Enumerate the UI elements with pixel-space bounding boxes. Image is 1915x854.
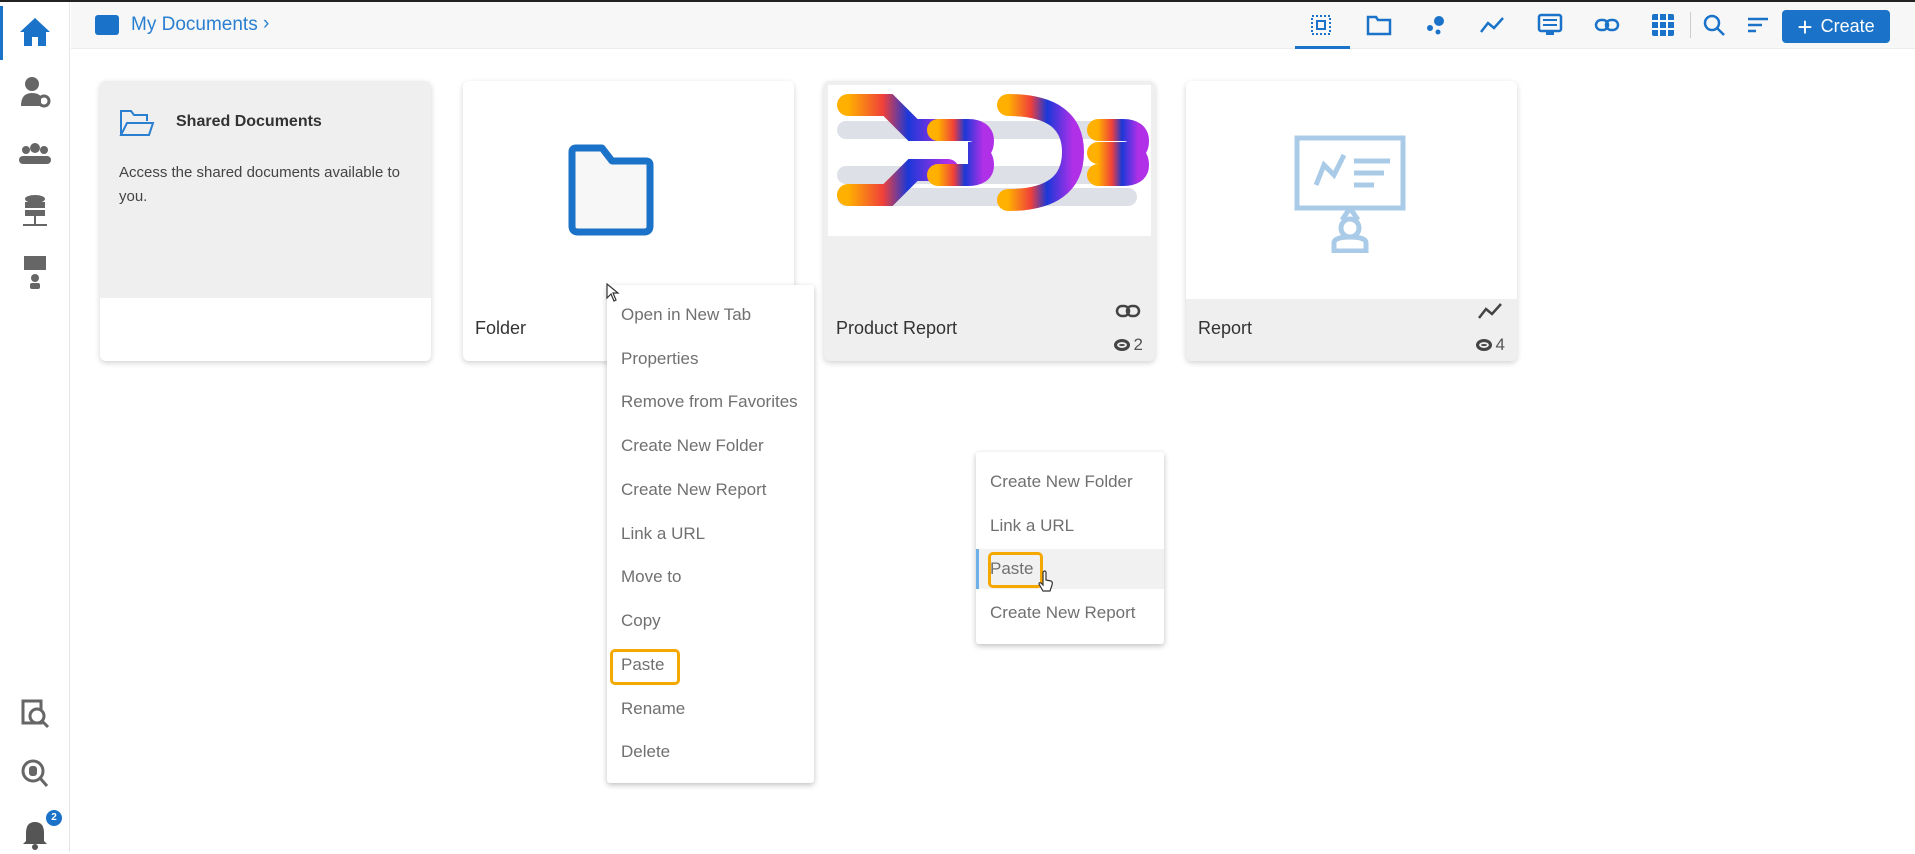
menu-item-properties[interactable]: Properties (607, 339, 814, 379)
scatter-icon[interactable] (1421, 10, 1451, 40)
breadcrumb[interactable]: My Documents (131, 14, 258, 36)
users-group-icon[interactable] (15, 134, 55, 174)
active-indicator (0, 6, 3, 60)
search-icon[interactable] (1699, 10, 1729, 40)
presentation-icon[interactable] (15, 252, 55, 292)
link-icon (1115, 304, 1141, 318)
menu-item-create-new-folder[interactable]: Create New Folder (976, 462, 1164, 502)
home-icon[interactable] (15, 12, 55, 52)
menu-item-link-a-url[interactable]: Link a URL (607, 514, 814, 554)
card-description: Access the shared documents available to… (119, 164, 400, 205)
chevron-right-icon: › (263, 13, 270, 34)
data-catalog-search-icon[interactable] (15, 694, 55, 734)
dashboard-icon[interactable] (1535, 10, 1565, 40)
plus-icon: + (1797, 11, 1813, 42)
shared-documents-card[interactable]: Shared Documents Access the shared docum… (100, 81, 431, 361)
header: My Documents › (71, 2, 1915, 49)
folder-icon (568, 144, 654, 236)
user-settings-icon[interactable] (15, 72, 55, 112)
eye-icon (1475, 339, 1492, 351)
card-title: Product Report (836, 318, 958, 338)
grid-icon[interactable] (1648, 10, 1678, 40)
menu-item-create-new-report[interactable]: Create New Report (607, 470, 814, 510)
toolbar-divider (1690, 12, 1691, 38)
breadcrumb-folder-icon[interactable] (95, 15, 119, 35)
sidebar: 2 (0, 2, 70, 852)
report-card[interactable]: Report 4 (1186, 81, 1517, 361)
product-report-thumbnail (828, 85, 1151, 236)
create-button[interactable]: + Create (1782, 10, 1890, 43)
menu-item-move-to[interactable]: Move to (607, 557, 814, 597)
link-icon[interactable] (1592, 10, 1622, 40)
report-presentation-icon (1294, 135, 1406, 253)
menu-item-link-a-url[interactable]: Link a URL (976, 506, 1164, 546)
view-count: 2 (1113, 335, 1143, 355)
eye-icon (1113, 339, 1130, 351)
card-title: Report (1198, 318, 1253, 338)
line-chart-icon (1478, 303, 1502, 319)
sort-icon[interactable] (1743, 10, 1773, 40)
card-title: Shared Documents (176, 113, 322, 130)
card-title: Folder (475, 318, 527, 338)
folder-icon[interactable] (1364, 10, 1394, 40)
menu-item-create-new-report[interactable]: Create New Report (976, 593, 1164, 633)
menu-item-delete[interactable]: Delete (607, 732, 814, 772)
active-tab-underline (1295, 46, 1350, 49)
line-chart-icon[interactable] (1477, 10, 1507, 40)
database-search-icon[interactable] (15, 754, 55, 794)
menu-item-create-new-folder[interactable]: Create New Folder (607, 426, 814, 466)
hand-pointer-icon (1038, 570, 1053, 592)
blank-area-context-menu: Create New Folder Link a URL Paste Creat… (976, 452, 1164, 644)
mouse-pointer-icon (606, 283, 620, 302)
notification-badge: 2 (46, 810, 62, 826)
paste-highlight (610, 649, 680, 685)
menu-item-rename[interactable]: Rename (607, 689, 814, 729)
folder-context-menu: Open in New Tab Properties Remove from F… (607, 285, 814, 783)
menu-item-open-in-new-tab[interactable]: Open in New Tab (607, 295, 814, 335)
menu-item-copy[interactable]: Copy (607, 601, 814, 641)
select-all-icon[interactable] (1306, 10, 1336, 40)
card-footer (100, 298, 431, 361)
paste-highlight (988, 552, 1043, 588)
product-report-card[interactable]: Product Report 2 (824, 81, 1155, 361)
view-count: 4 (1475, 335, 1505, 355)
menu-item-remove-from-favorites[interactable]: Remove from Favorites (607, 382, 814, 422)
shared-folder-icon (119, 110, 155, 136)
database-network-icon[interactable] (15, 192, 55, 232)
